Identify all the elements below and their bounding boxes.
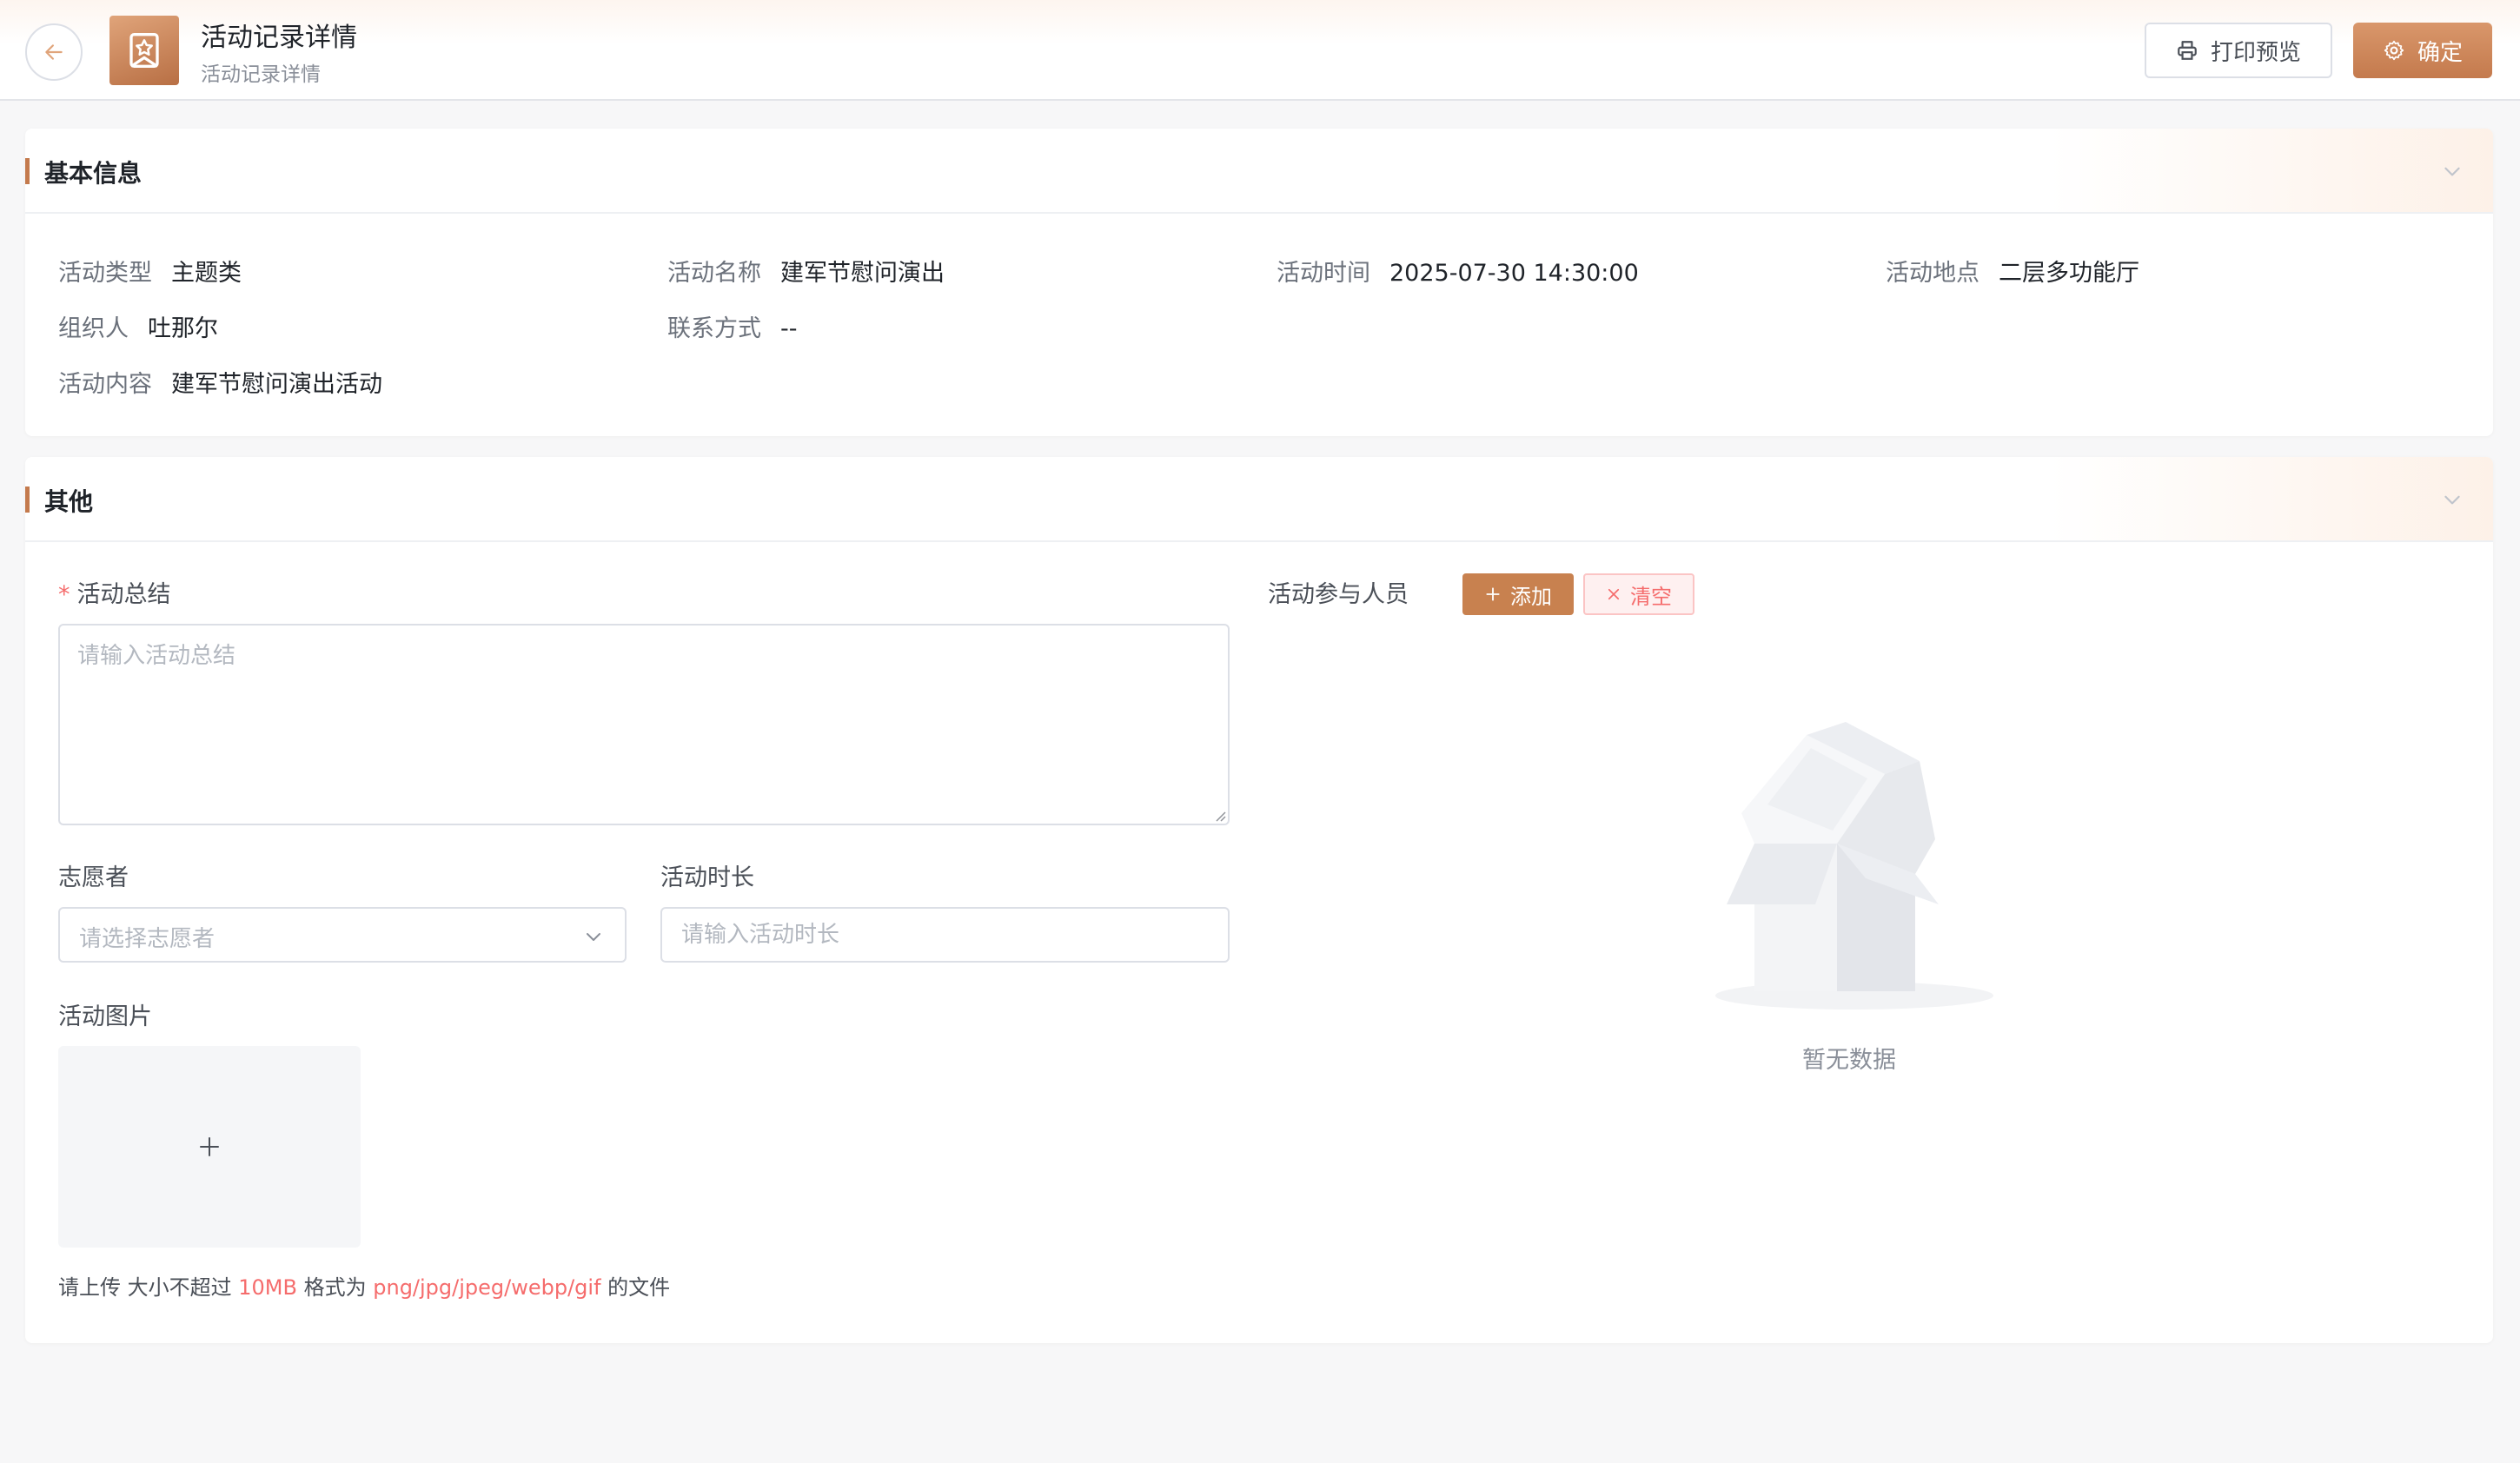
upload-tip-suffix: 的文件	[600, 1275, 671, 1300]
upload-tip-mid: 格式为	[296, 1275, 374, 1300]
confirm-button[interactable]: 确定	[2353, 23, 2492, 78]
chevron-down-icon	[587, 933, 600, 941]
field-value: 2025-07-30 14:30:00	[1389, 260, 1639, 287]
summary-label: * 活动总结	[58, 575, 171, 609]
field-activity-name: 活动名称 建军节慰问演出	[667, 254, 945, 288]
field-label: 活动名称	[667, 260, 761, 287]
field-activity-location: 活动地点 二层多功能厅	[1886, 254, 2139, 288]
plus-icon	[1486, 587, 1500, 601]
basic-info-header[interactable]: 基本信息	[25, 129, 2493, 214]
upload-tip-prefix: 请上传 大小不超过	[58, 1275, 239, 1300]
field-contact: 联系方式 --	[667, 309, 798, 343]
field-value: 建军节慰问演出活动	[171, 371, 382, 398]
volunteer-placeholder: 请选择志愿者	[79, 926, 216, 952]
field-label: 组织人	[58, 315, 129, 342]
empty-state-text: 暂无数据	[1802, 1047, 1896, 1074]
section-accent-bar	[25, 158, 30, 184]
bookmark-star-icon	[129, 33, 159, 68]
field-activity-content: 活动内容 建军节慰问演出活动	[58, 365, 382, 399]
page-header: 活动记录详情 活动记录详情 打印预览 确定	[0, 0, 2520, 101]
field-organizer: 组织人 吐那尔	[58, 309, 218, 343]
add-participant-button[interactable]: 添加	[1462, 573, 1574, 615]
page-icon	[109, 16, 179, 85]
field-value: 二层多功能厅	[1999, 260, 2139, 287]
basic-info-title: 基本信息	[44, 159, 143, 188]
other-header[interactable]: 其他	[25, 457, 2493, 542]
back-button[interactable]	[25, 23, 83, 81]
field-value: --	[780, 315, 798, 342]
add-participant-label: 添加	[1510, 584, 1552, 609]
arrow-left-icon	[45, 44, 63, 60]
summary-label-text: 活动总结	[76, 581, 171, 608]
clear-participants-button[interactable]: 清空	[1583, 573, 1694, 615]
volunteer-label: 志愿者	[58, 864, 129, 891]
resize-handle-icon[interactable]	[1214, 810, 1226, 822]
basic-info-card: 基本信息 活动类型 主题类 活动名称 建军节慰问演出 活动时间 2025-07-30 …	[25, 129, 2493, 436]
upload-tip-size: 10MB	[238, 1275, 297, 1300]
close-icon	[1608, 588, 1620, 600]
field-value: 吐那尔	[148, 315, 218, 342]
other-title: 其他	[44, 487, 94, 516]
field-label: 活动地点	[1886, 260, 1980, 287]
upload-tip-formats: png/jpg/jpeg/webp/gif	[373, 1275, 601, 1300]
image-upload-button[interactable]	[58, 1046, 361, 1248]
field-label: 活动内容	[58, 371, 152, 398]
duration-label: 活动时长	[660, 864, 754, 891]
chevron-down-icon[interactable]	[2441, 160, 2464, 182]
summary-textarea[interactable]	[58, 624, 1230, 825]
field-activity-type: 活动类型 主题类	[58, 254, 242, 288]
page-subtitle: 活动记录详情	[201, 63, 321, 86]
upload-tip: 请上传 大小不超过 10MB 格式为 png/jpg/jpeg/webp/gif…	[58, 1270, 670, 1301]
gear-icon	[2384, 40, 2404, 61]
volunteer-select[interactable]: 请选择志愿者	[58, 907, 627, 963]
participants-label: 活动参与人员	[1268, 581, 1409, 608]
duration-input[interactable]	[660, 907, 1230, 963]
empty-box-icon	[1715, 722, 1993, 1010]
confirm-label: 确定	[2417, 39, 2463, 66]
field-value: 建军节慰问演出	[780, 260, 945, 287]
print-preview-button[interactable]: 打印预览	[2145, 23, 2332, 78]
images-label: 活动图片	[58, 1003, 152, 1030]
print-preview-label: 打印预览	[2210, 39, 2301, 66]
section-accent-bar	[25, 487, 30, 513]
plus-icon	[200, 1137, 219, 1156]
required-mark: *	[58, 581, 70, 608]
printer-icon	[2178, 41, 2197, 60]
field-label: 活动类型	[58, 260, 152, 287]
clear-participants-label: 清空	[1630, 584, 1672, 609]
field-activity-time: 活动时间 2025-07-30 14:30:00	[1277, 254, 1639, 288]
field-value: 主题类	[171, 260, 242, 287]
other-card: 其他 *活动总结 志愿者 请选择志愿者 活动时长 活动图片 请上传 大小不超过 …	[25, 457, 2493, 1343]
field-label: 联系方式	[667, 315, 761, 342]
chevron-down-icon[interactable]	[2441, 488, 2464, 511]
page-title: 活动记录详情	[201, 23, 357, 53]
field-label: 活动时间	[1277, 260, 1370, 287]
